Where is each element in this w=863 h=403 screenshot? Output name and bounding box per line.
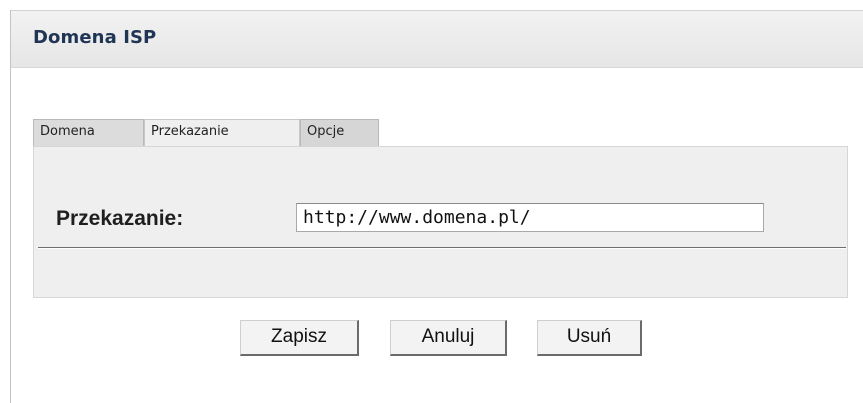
cancel-button[interactable]: Anuluj [390,320,507,356]
tab-opcje[interactable]: Opcje [300,119,379,146]
save-button[interactable]: Zapisz [240,320,359,356]
panel-title: Domena ISP [33,27,157,48]
tab-domena[interactable]: Domena [33,119,144,146]
delete-button[interactable]: Usuń [537,320,642,356]
tab-przekazanie[interactable]: Przekazanie [144,119,300,147]
section-divider-highlight [38,248,846,249]
panel-header: Domena ISP [11,10,863,68]
tab-content-panel: Przekazanie: [33,146,848,298]
panel-left-border [10,10,11,403]
przekazanie-label: Przekazanie: [56,207,184,230]
przekazanie-url-input[interactable] [296,203,764,232]
